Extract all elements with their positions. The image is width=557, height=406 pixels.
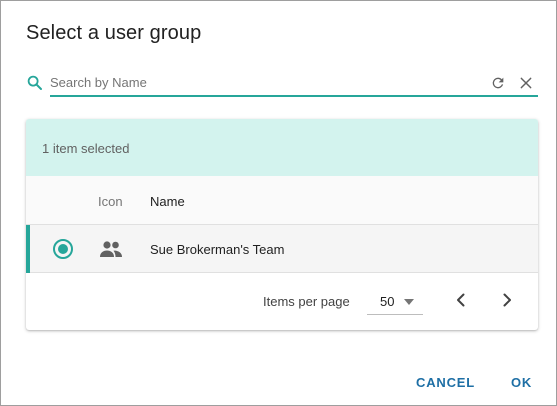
user-group-table: 1 item selected Icon Name Sue Brokerman'… bbox=[26, 119, 538, 330]
radio-selected-dot bbox=[58, 244, 68, 254]
previous-page-icon[interactable] bbox=[451, 290, 471, 310]
column-header-icon[interactable]: Icon bbox=[98, 194, 123, 209]
selection-count: 1 item selected bbox=[42, 141, 130, 156]
caret-down-icon bbox=[404, 299, 414, 305]
group-icon bbox=[100, 241, 122, 257]
selected-row-indicator bbox=[26, 225, 30, 273]
selection-banner: 1 item selected bbox=[26, 119, 538, 176]
dialog-title: Select a user group bbox=[26, 22, 202, 44]
table-header: Icon Name bbox=[26, 176, 538, 225]
row-name: Sue Brokerman's Team bbox=[150, 242, 285, 257]
ok-button[interactable]: OK bbox=[511, 375, 532, 390]
select-user-group-dialog: Select a user group 1 item selected Icon… bbox=[0, 0, 557, 406]
pagination: Items per page 50 bbox=[26, 273, 538, 330]
items-per-page-value: 50 bbox=[380, 294, 395, 309]
cancel-button[interactable]: CANCEL bbox=[416, 375, 475, 390]
table-row[interactable]: Sue Brokerman's Team bbox=[26, 225, 538, 273]
search-bar bbox=[26, 69, 538, 99]
clear-search-icon[interactable] bbox=[518, 75, 534, 91]
search-input[interactable] bbox=[50, 69, 538, 97]
items-per-page-select[interactable]: 50 bbox=[367, 287, 423, 315]
refresh-icon[interactable] bbox=[490, 75, 506, 91]
items-per-page-label: Items per page bbox=[263, 294, 350, 309]
search-icon bbox=[27, 75, 42, 90]
next-page-icon[interactable] bbox=[497, 290, 517, 310]
column-header-name[interactable]: Name bbox=[150, 194, 185, 209]
row-radio-button[interactable] bbox=[53, 239, 73, 259]
